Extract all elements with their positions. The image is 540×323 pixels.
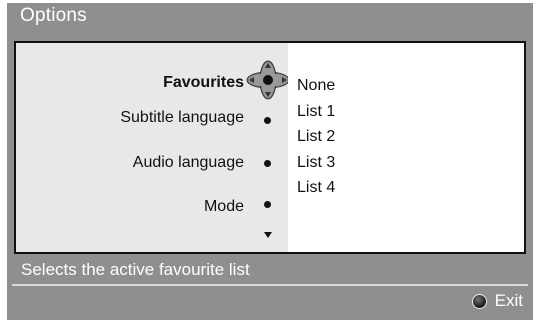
option-list-1[interactable]: List 1 <box>297 103 335 121</box>
footer-divider <box>12 284 528 286</box>
menu-item-favourites[interactable]: Favourites <box>163 74 244 92</box>
options-list: None List 1 List 2 List 3 List 4 <box>288 43 524 252</box>
exit-label: Exit <box>494 291 523 310</box>
help-text: Selects the active favourite list <box>21 260 250 279</box>
menu-bullet-icon <box>264 117 271 124</box>
option-list-2[interactable]: List 2 <box>297 128 335 146</box>
menu-item-audio-language[interactable]: Audio language <box>133 154 244 172</box>
options-panel: Favourites Subtitle language Audio langu… <box>14 41 526 254</box>
scroll-down-arrow-icon[interactable] <box>264 232 272 238</box>
menu-item-subtitle-language[interactable]: Subtitle language <box>120 109 244 127</box>
menu-bullet-icon <box>264 201 271 208</box>
window-title: Options <box>20 5 87 26</box>
menu-column: Favourites Subtitle language Audio langu… <box>16 43 290 252</box>
navigation-cross-icon <box>246 60 290 100</box>
option-list-3[interactable]: List 3 <box>297 154 335 172</box>
exit-button[interactable]: Exit <box>471 288 523 314</box>
options-window: Options Favourites Subtitle language Aud… <box>7 3 533 320</box>
option-list-4[interactable]: List 4 <box>297 179 335 197</box>
option-none[interactable]: None <box>297 77 335 95</box>
menu-bullet-icon <box>264 160 271 167</box>
menu-item-mode[interactable]: Mode <box>204 198 244 216</box>
color-key-dot-icon <box>471 293 487 309</box>
